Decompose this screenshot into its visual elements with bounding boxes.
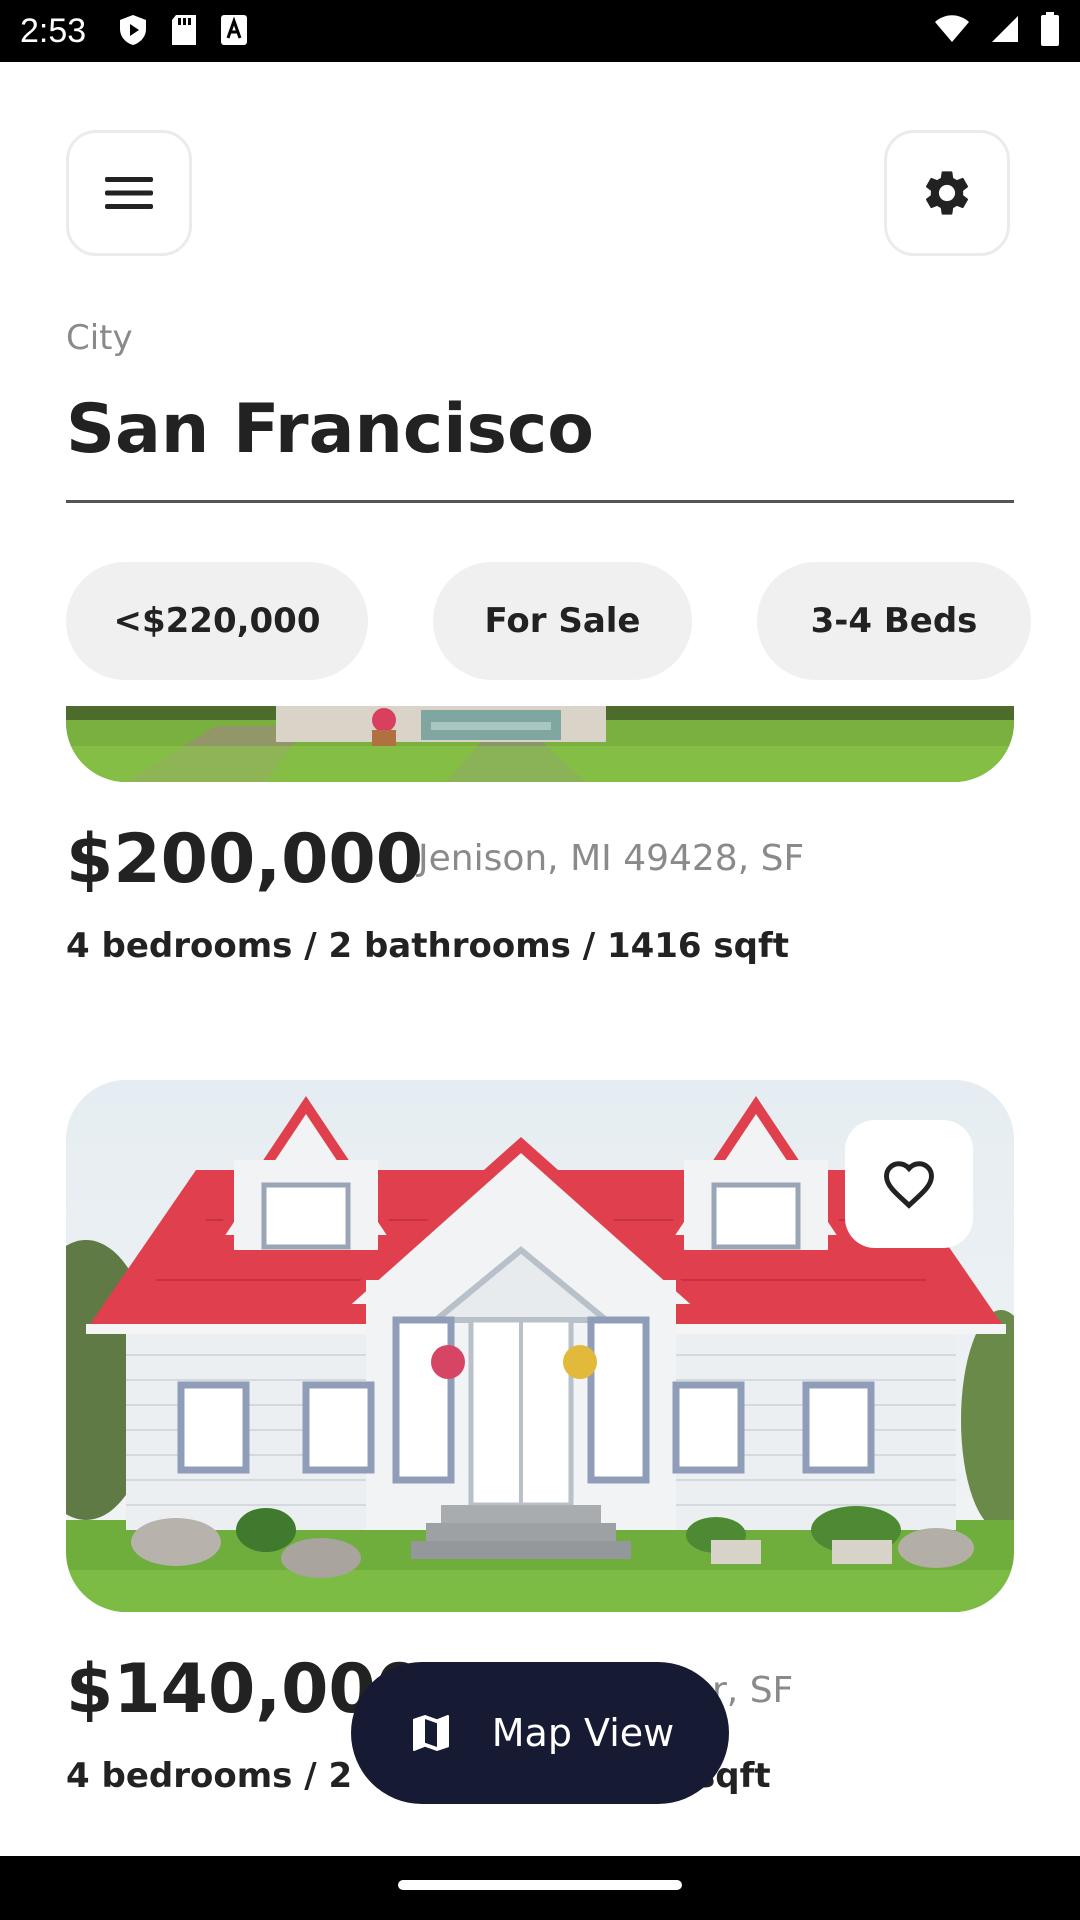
map-view-label: Map View: [491, 1711, 675, 1755]
house-photo: [66, 706, 1014, 782]
map-icon: [412, 1715, 449, 1751]
status-bar: 2:53: [0, 0, 1080, 62]
battery-icon: [1041, 12, 1059, 46]
filter-chip-status[interactable]: For Sale: [433, 562, 692, 680]
listing-address: Jenison, MI 49428, SF: [418, 838, 805, 879]
text-a-icon: [221, 15, 247, 45]
sd-card-icon: [172, 15, 196, 45]
filter-chip-beds[interactable]: 3-4 Beds: [757, 562, 1031, 680]
listing-details: 4 bedrooms / 2 bathrooms / 1416 sqft: [66, 926, 790, 966]
filter-chip-price[interactable]: <$220,000: [66, 562, 368, 680]
wifi-icon: [935, 15, 969, 42]
menu-button[interactable]: [66, 130, 192, 256]
favorite-button[interactable]: [845, 1120, 973, 1248]
listing-address: r, SF: [712, 1670, 794, 1711]
listing-image[interactable]: [66, 706, 1014, 782]
gear-icon: [925, 171, 969, 215]
city-label: City: [66, 318, 133, 358]
status-time: 2:53: [20, 12, 87, 50]
hamburger-menu-icon: [105, 177, 153, 209]
home-gesture-handle[interactable]: [398, 1880, 682, 1890]
settings-button[interactable]: [884, 130, 1010, 256]
map-view-button[interactable]: Map View: [351, 1662, 729, 1804]
city-input-underline: [66, 500, 1014, 503]
heart-outline-icon: [884, 1161, 934, 1209]
city-input[interactable]: San Francisco: [66, 390, 594, 469]
play-protect-icon: [120, 15, 146, 45]
signal-icon: [992, 16, 1018, 42]
listing-details: 4 bedrooms / 2: [66, 1756, 353, 1796]
listing-price: $200,000: [66, 820, 424, 899]
